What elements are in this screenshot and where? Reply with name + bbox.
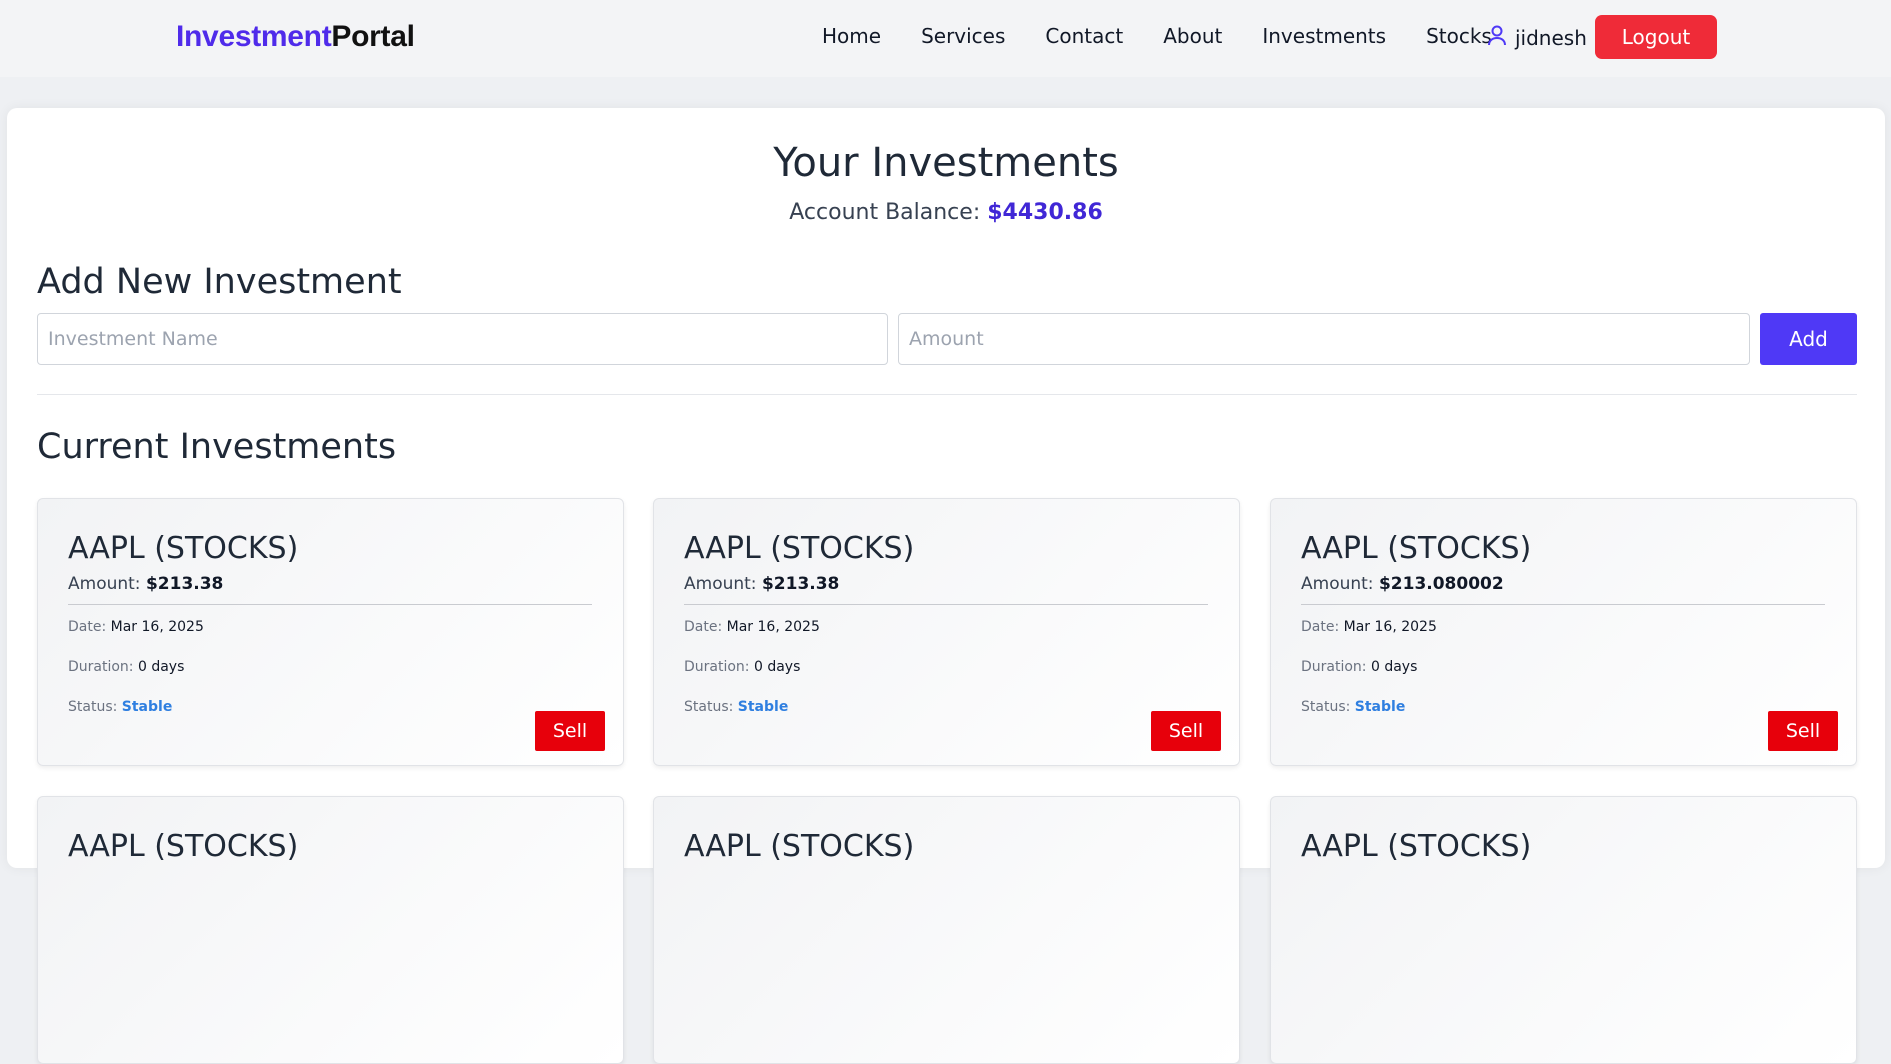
- nav-link-home[interactable]: Home: [822, 24, 881, 48]
- status-value: Stable: [1354, 699, 1406, 715]
- card-divider: [1301, 604, 1825, 605]
- duration-label: Duration:: [68, 659, 134, 675]
- status-label: Status:: [68, 699, 118, 715]
- investment-duration: Duration: 0 days: [684, 659, 800, 675]
- nav-link-about[interactable]: About: [1163, 24, 1222, 48]
- brand-part-portal: Portal: [331, 20, 415, 53]
- account-balance: Account Balance: $4430.86: [7, 200, 1885, 225]
- investment-amount: Amount: $213.38: [68, 574, 223, 594]
- amount-value: $213.38: [145, 574, 224, 594]
- duration-value: 0 days: [753, 659, 801, 675]
- investment-card: AAPL (STOCKS): [37, 796, 624, 1064]
- investment-date: Date: Mar 16, 2025: [1301, 619, 1437, 635]
- balance-label: Account Balance:: [789, 200, 981, 225]
- duration-value: 0 days: [137, 659, 185, 675]
- brand-logo[interactable]: InvestmentPortal: [176, 20, 415, 54]
- nav-link-stocks[interactable]: Stocks: [1426, 24, 1492, 48]
- card-divider: [68, 604, 592, 605]
- investment-title: AAPL (STOCKS): [1301, 531, 1532, 566]
- add-investment-heading: Add New Investment: [37, 262, 402, 302]
- investment-title: AAPL (STOCKS): [684, 829, 915, 864]
- investment-duration: Duration: 0 days: [1301, 659, 1417, 675]
- status-label: Status:: [1301, 699, 1351, 715]
- logout-button[interactable]: Logout: [1595, 15, 1717, 59]
- sell-button[interactable]: Sell: [1768, 711, 1838, 751]
- investment-status: Status: Stable: [684, 699, 788, 715]
- navbar: InvestmentPortal Home Services Contact A…: [0, 0, 1891, 77]
- card-divider: [684, 604, 1208, 605]
- username: jidnesh: [1515, 25, 1587, 50]
- status-value: Stable: [121, 699, 173, 715]
- date-label: Date:: [68, 619, 107, 635]
- nav-link-services[interactable]: Services: [921, 24, 1005, 48]
- date-value: Mar 16, 2025: [110, 619, 204, 635]
- amount-value: $213.38: [761, 574, 840, 594]
- investment-card: AAPL (STOCKS) Amount: $213.38 Date: Mar …: [37, 498, 624, 766]
- amount-label: Amount:: [684, 574, 757, 594]
- brand-part-investment: Investment: [176, 20, 332, 53]
- amount-input[interactable]: [898, 313, 1750, 365]
- investment-title: AAPL (STOCKS): [68, 829, 299, 864]
- current-investments-heading: Current Investments: [37, 427, 397, 467]
- investment-name-input[interactable]: [37, 313, 888, 365]
- investment-card: AAPL (STOCKS): [653, 796, 1240, 1064]
- investment-date: Date: Mar 16, 2025: [68, 619, 204, 635]
- date-label: Date:: [1301, 619, 1340, 635]
- page-title: Your Investments: [773, 140, 1119, 186]
- balance-value: $4430.86: [987, 200, 1103, 225]
- sell-button[interactable]: Sell: [535, 711, 605, 751]
- duration-label: Duration:: [1301, 659, 1367, 675]
- investment-date: Date: Mar 16, 2025: [684, 619, 820, 635]
- nav-links: Home Services Contact About Investments …: [822, 24, 1492, 48]
- investment-duration: Duration: 0 days: [68, 659, 184, 675]
- status-label: Status:: [684, 699, 734, 715]
- nav-link-investments[interactable]: Investments: [1262, 24, 1386, 48]
- duration-value: 0 days: [1370, 659, 1418, 675]
- investment-title: AAPL (STOCKS): [684, 531, 915, 566]
- status-value: Stable: [737, 699, 789, 715]
- investment-amount: Amount: $213.38: [684, 574, 839, 594]
- user-menu[interactable]: jidnesh: [1487, 24, 1587, 51]
- add-button[interactable]: Add: [1760, 313, 1857, 365]
- date-label: Date:: [684, 619, 723, 635]
- investment-title: AAPL (STOCKS): [68, 531, 299, 566]
- duration-label: Duration:: [684, 659, 750, 675]
- amount-label: Amount:: [68, 574, 141, 594]
- investment-amount: Amount: $213.080002: [1301, 574, 1504, 594]
- investment-status: Status: Stable: [1301, 699, 1405, 715]
- investment-status: Status: Stable: [68, 699, 172, 715]
- investment-title: AAPL (STOCKS): [1301, 829, 1532, 864]
- user-icon: [1487, 24, 1507, 51]
- nav-link-contact[interactable]: Contact: [1045, 24, 1123, 48]
- main-panel: Your Investments Account Balance: $4430.…: [7, 108, 1885, 1064]
- date-value: Mar 16, 2025: [726, 619, 820, 635]
- divider: [37, 394, 1857, 395]
- investment-card: AAPL (STOCKS): [1270, 796, 1857, 1064]
- investment-card: AAPL (STOCKS) Amount: $213.080002 Date: …: [1270, 498, 1857, 766]
- sell-button[interactable]: Sell: [1151, 711, 1221, 751]
- amount-label: Amount:: [1301, 574, 1374, 594]
- amount-value: $213.080002: [1378, 574, 1504, 594]
- date-value: Mar 16, 2025: [1343, 619, 1437, 635]
- investment-card: AAPL (STOCKS) Amount: $213.38 Date: Mar …: [653, 498, 1240, 766]
